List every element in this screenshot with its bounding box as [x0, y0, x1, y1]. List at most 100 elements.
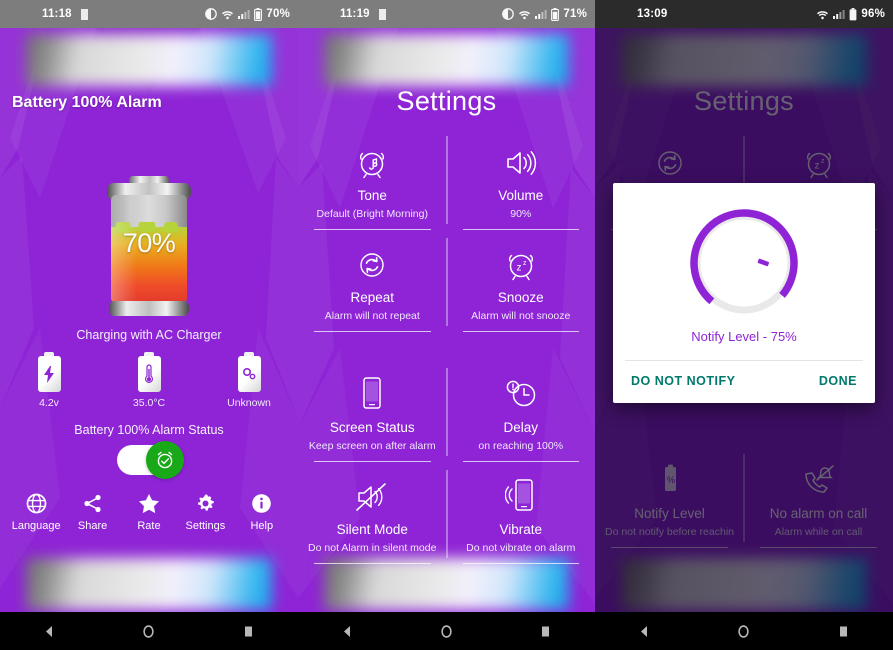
status-battery-percent: 71%	[563, 8, 587, 20]
setting-sub: Do not vibrate on alarm	[466, 542, 576, 554]
signal-icon	[238, 9, 250, 19]
android-navbar-2	[298, 612, 595, 650]
battery-icon	[849, 7, 857, 20]
setting-sub: Alarm will not snooze	[471, 310, 571, 322]
notify-level-knob[interactable]	[680, 199, 808, 327]
gear-icon	[238, 356, 261, 392]
setting-screen-status[interactable]: Screen Status Keep screen on after alarm	[298, 360, 447, 462]
status-bar-2: 11:19 71%	[298, 0, 595, 28]
nav-label-help: Help	[250, 520, 274, 532]
nav-item-rate[interactable]: Rate	[122, 491, 176, 532]
nav-label-share: Share	[77, 520, 108, 532]
phone-screen-icon	[302, 376, 443, 414]
setting-repeat[interactable]: Repeat Alarm will not repeat	[298, 230, 447, 332]
setting-silent-mode[interactable]: Silent Mode Do not Alarm in silent mode	[298, 462, 447, 564]
home-icon[interactable]	[724, 617, 764, 645]
status-right-icons: 71%	[502, 7, 587, 21]
setting-sub: Default (Bright Morning)	[316, 208, 428, 220]
nav-label-language: Language	[11, 520, 61, 532]
snooze-icon: zz	[451, 246, 592, 284]
status-right-icons: 70%	[205, 7, 290, 21]
notification-icon	[378, 8, 386, 20]
back-icon[interactable]	[625, 617, 665, 645]
settings-row: Silent Mode Do not Alarm in silent mode …	[298, 462, 595, 564]
recents-icon[interactable]	[823, 617, 863, 645]
home-icon[interactable]	[427, 617, 467, 645]
alarm-music-icon	[302, 144, 443, 182]
setting-volume[interactable]: Volume 90%	[447, 128, 596, 230]
status-battery-percent: 96%	[861, 8, 885, 20]
gear-icon	[178, 491, 232, 515]
bolt-icon	[38, 356, 61, 392]
knob-label: Notify Level - 75%	[691, 329, 797, 344]
nav-item-language[interactable]: Language	[9, 491, 63, 532]
dialog-body: Notify Level - 75%	[613, 183, 875, 354]
back-icon[interactable]	[30, 617, 70, 645]
nav-item-settings[interactable]: Settings	[178, 491, 232, 532]
bottom-nav: Language Share Rate Settings Help	[0, 491, 298, 532]
setting-vibrate[interactable]: Vibrate Do not vibrate on alarm	[447, 462, 596, 564]
dnd-icon	[502, 8, 515, 20]
setting-title: Delay	[503, 420, 538, 435]
status-time: 13:09	[637, 8, 668, 20]
setting-title: Repeat	[350, 290, 395, 305]
svg-text:z: z	[523, 260, 527, 267]
settings-row: Repeat Alarm will not repeat zz Snooze A…	[298, 230, 595, 332]
alarm-toggle-wrap	[0, 441, 298, 479]
notification-icon	[80, 8, 88, 20]
page-title: Battery 100% Alarm	[12, 94, 162, 111]
battery-info-health: Unknown	[221, 356, 277, 409]
home-content: Battery 100% Alarm 70% Charging with AC …	[0, 28, 298, 612]
status-left-icons	[377, 8, 388, 21]
done-button[interactable]: DONE	[819, 374, 857, 388]
alarm-check-icon[interactable]	[146, 441, 184, 479]
panel-settings: 11:19 71% Settings Tone Default (Bright …	[298, 0, 595, 650]
setting-title: Tone	[357, 188, 387, 203]
setting-sub: Do not Alarm in silent mode	[308, 542, 437, 554]
back-icon[interactable]	[328, 617, 368, 645]
setting-title: Silent Mode	[336, 522, 408, 537]
setting-title: Screen Status	[329, 420, 415, 435]
share-icon	[66, 491, 120, 515]
setting-snooze[interactable]: zz Snooze Alarm will not snooze	[447, 230, 596, 332]
panel-home: 11:18 70% Battery 100% Alarm 70% Chargin…	[0, 0, 298, 650]
mute-icon	[302, 478, 443, 516]
battery-percent-label: 70%	[122, 228, 176, 258]
settings-grid: Tone Default (Bright Morning) Volume 90%	[298, 128, 595, 564]
settings-content: Settings Tone Default (Bright Morning) V…	[298, 28, 595, 612]
repeat-icon	[302, 246, 443, 284]
globe-icon	[9, 491, 63, 515]
signal-icon	[833, 9, 845, 19]
nav-item-share[interactable]: Share	[66, 491, 120, 532]
recents-icon[interactable]	[526, 617, 566, 645]
screenshot-root: 11:18 70% Battery 100% Alarm 70% Chargin…	[0, 0, 893, 650]
battery-icon	[254, 7, 263, 21]
nav-item-help[interactable]: Help	[235, 491, 289, 532]
android-navbar-3	[595, 612, 893, 650]
alarm-toggle[interactable]	[117, 441, 184, 479]
setting-title: Snooze	[497, 290, 544, 305]
setting-delay[interactable]: Delay on reaching 100%	[447, 360, 596, 462]
setting-sub: on reaching 100%	[478, 440, 564, 452]
panel-notify-dialog: 13:09 96% Settin	[595, 0, 893, 650]
nav-label-settings: Settings	[185, 520, 226, 532]
volume-icon	[451, 144, 592, 182]
android-navbar-1	[0, 612, 298, 650]
svg-text:z: z	[516, 262, 521, 273]
info-icon	[235, 491, 289, 515]
wifi-icon	[222, 10, 234, 19]
settings-row: Screen Status Keep screen on after alarm…	[298, 360, 595, 462]
home-icon[interactable]	[129, 617, 169, 645]
temperature-value: 35.0°C	[132, 397, 166, 409]
dialog-actions: DO NOT NOTIFY DONE	[613, 361, 875, 403]
setting-sub: Alarm will not repeat	[324, 310, 420, 322]
wifi-icon	[519, 10, 531, 19]
dnd-icon	[205, 8, 218, 20]
thermometer-icon	[138, 356, 161, 392]
notify-level-dialog: Notify Level - 75% DO NOT NOTIFY DONE	[613, 183, 875, 403]
recents-icon[interactable]	[228, 617, 268, 645]
do-not-notify-button[interactable]: DO NOT NOTIFY	[631, 374, 735, 388]
battery-graphic: 70%	[0, 176, 298, 316]
page-title: Settings	[396, 86, 497, 116]
setting-tone[interactable]: Tone Default (Bright Morning)	[298, 128, 447, 230]
